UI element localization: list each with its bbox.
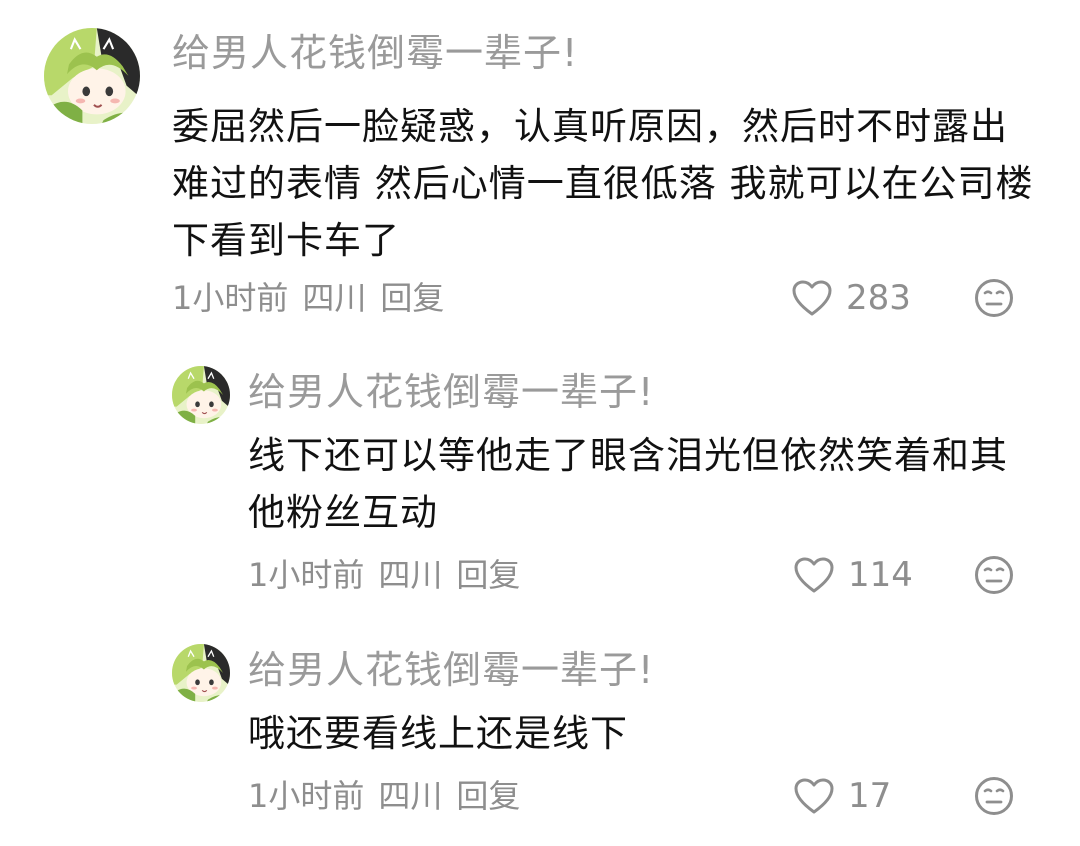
- avatar-image: [44, 28, 140, 124]
- comment-text: 委屈然后一脸疑惑，认真听原因，然后时不时露出难过的表情 然后心情一直很低落 我就…: [172, 105, 1034, 262]
- heart-outline-icon: [794, 778, 834, 814]
- dislike-button[interactable]: [974, 555, 1014, 595]
- like-count: 17: [848, 776, 892, 816]
- avatar[interactable]: [44, 28, 140, 124]
- dislike-button[interactable]: [974, 278, 1014, 318]
- comment-location: 四川: [302, 279, 367, 317]
- avatar-image: [172, 644, 230, 702]
- neutral-face-icon: [975, 279, 1013, 317]
- avatar[interactable]: [172, 366, 230, 424]
- comment-location: 四川: [378, 777, 443, 815]
- like-count: 114: [848, 555, 913, 595]
- neutral-face-icon: [975, 556, 1013, 594]
- reply-button[interactable]: 回复: [456, 774, 520, 818]
- like-count: 283: [846, 278, 911, 318]
- comment-time: 1小时前: [248, 777, 365, 815]
- comment-time: 1小时前: [248, 556, 365, 594]
- comment-time: 1小时前: [172, 279, 289, 317]
- comment-meta: 1小时前 四川 回复: [172, 276, 458, 320]
- heart-outline-icon: [792, 280, 832, 316]
- comment-username[interactable]: 给男人花钱倒霉一辈子!: [248, 367, 654, 417]
- comment-location: 四川: [378, 556, 443, 594]
- neutral-face-icon: [975, 777, 1013, 815]
- comment-text: 哦还要看线上还是线下: [248, 712, 628, 755]
- heart-outline-icon: [794, 557, 834, 593]
- avatar-image: [172, 366, 230, 424]
- reply-button[interactable]: 回复: [456, 553, 520, 597]
- reply-button[interactable]: 回复: [380, 276, 444, 320]
- comment-text: 线下还可以等他走了眼含泪光但依然笑着和其他粉丝互动: [248, 434, 1008, 534]
- like-button[interactable]: 114: [794, 553, 913, 597]
- like-button[interactable]: 17: [794, 774, 891, 818]
- avatar[interactable]: [172, 644, 230, 702]
- comment-username[interactable]: 给男人花钱倒霉一辈子!: [248, 645, 654, 695]
- comment-username[interactable]: 给男人花钱倒霉一辈子!: [172, 28, 578, 78]
- comment-meta: 1小时前 四川 回复: [248, 774, 534, 818]
- like-button[interactable]: 283: [792, 276, 911, 320]
- comment-meta: 1小时前 四川 回复: [248, 553, 534, 597]
- dislike-button[interactable]: [974, 776, 1014, 816]
